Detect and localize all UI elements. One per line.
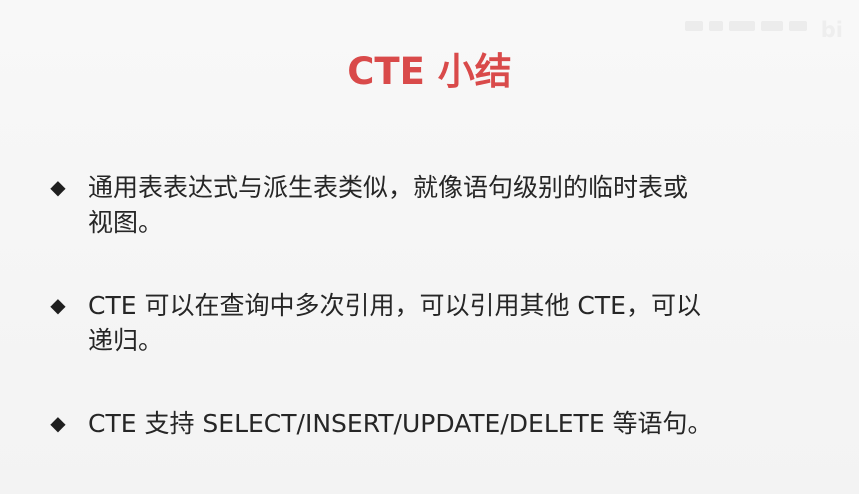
bullet-text: CTE 支持 SELECT/INSERT/UPDATE/DELETE 等语句。 (88, 409, 713, 438)
bullet-text: 通用表表达式与派生表类似，就像语句级别的临时表或 视图。 (88, 173, 689, 237)
bullet-item: ◆ CTE 支持 SELECT/INSERT/UPDATE/DELETE 等语句… (48, 406, 808, 441)
slide: bi CTE 小结 ◆ 通用表表达式与派生表类似，就像语句级别的临时表或 视图。… (0, 0, 859, 494)
bili-logo-icon: bi (820, 18, 843, 42)
diamond-bullet-icon: ◆ (50, 411, 66, 435)
diamond-bullet-icon: ◆ (50, 293, 66, 317)
diamond-bullet-icon: ◆ (50, 175, 66, 199)
bullet-text: CTE 可以在查询中多次引用，可以引用其他 CTE，可以 递归。 (88, 291, 701, 355)
watermark: bi (685, 18, 843, 41)
bullet-item: ◆ 通用表表达式与派生表类似，就像语句级别的临时表或 视图。 (48, 170, 808, 240)
page-title: CTE 小结 (347, 50, 512, 93)
bullet-item: ◆ CTE 可以在查询中多次引用，可以引用其他 CTE，可以 递归。 (48, 288, 808, 358)
